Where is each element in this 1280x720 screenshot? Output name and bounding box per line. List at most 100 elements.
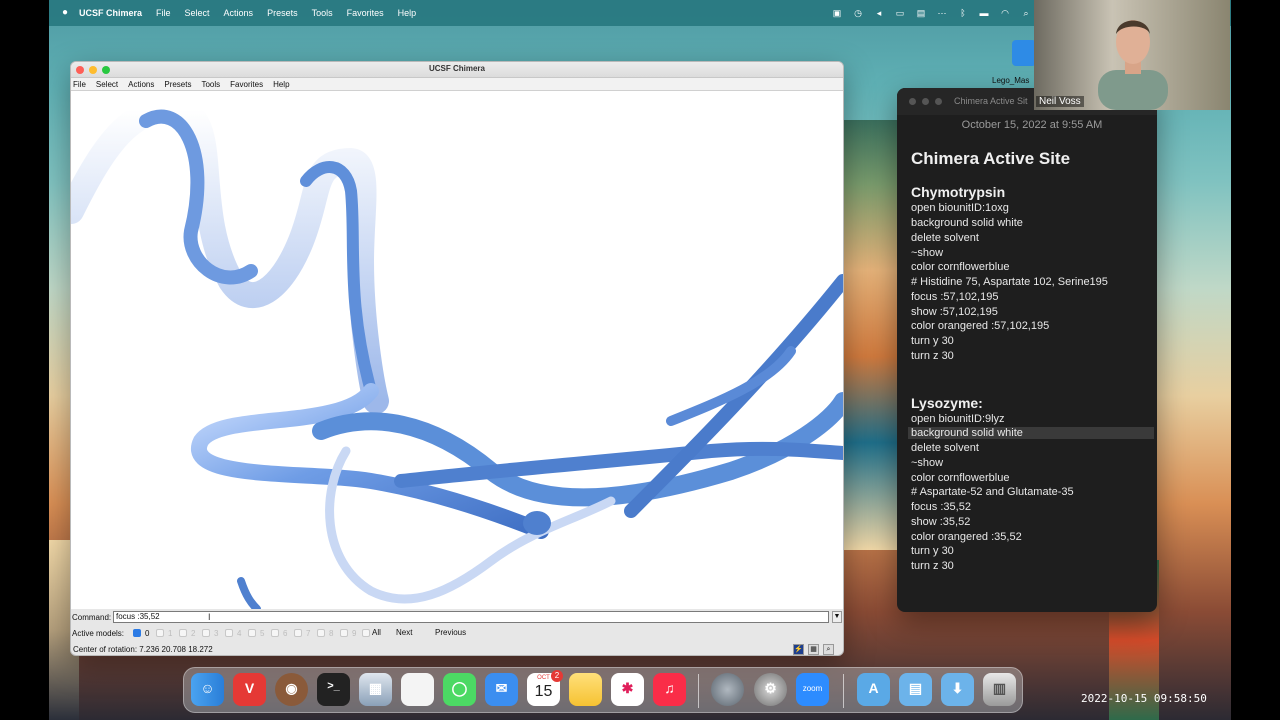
model-number: 9 <box>352 629 357 638</box>
next-button[interactable]: Next <box>393 627 415 639</box>
notification-badge: 2 <box>551 670 563 682</box>
terminal-icon[interactable]: >_ <box>317 673 350 706</box>
close-button[interactable] <box>909 98 916 105</box>
note-line[interactable]: ~show <box>911 247 943 259</box>
model-checkbox-3[interactable] <box>202 629 210 637</box>
note-line[interactable]: show :35,52 <box>911 516 970 528</box>
menu-file[interactable]: File <box>156 8 171 18</box>
messages-icon[interactable]: ◯ <box>443 673 476 706</box>
note-line[interactable]: # Histidine 75, Aspartate 102, Serine195 <box>911 276 1108 288</box>
section-heading: Lysozyme: <box>911 395 983 411</box>
model-checkbox-8[interactable] <box>317 629 325 637</box>
note-line[interactable]: focus :57,102,195 <box>911 291 998 303</box>
minimize-button[interactable] <box>922 98 929 105</box>
note-line[interactable]: # Aspartate-52 and Glutamate-35 <box>911 486 1074 498</box>
note-line[interactable]: color cornflowerblue <box>911 261 1009 273</box>
finder-icon[interactable]: ☺ <box>191 673 224 706</box>
model-checkbox-4[interactable] <box>225 629 233 637</box>
slack-icon[interactable]: ✱ <box>611 673 644 706</box>
notes-status-icon[interactable]: ▣ <box>832 8 842 18</box>
note-line[interactable]: turn y 30 <box>911 545 954 557</box>
volume-icon[interactable]: ◂ <box>874 8 884 18</box>
model-checkbox-6[interactable] <box>271 629 279 637</box>
chimera-menu-select[interactable]: Select <box>96 80 118 89</box>
chimera-menu-presets[interactable]: Presets <box>164 80 191 89</box>
zoom-icon[interactable]: zoom <box>796 673 829 706</box>
search-icon[interactable]: ⌕ <box>1021 8 1031 18</box>
bluetooth-icon[interactable]: ᛒ <box>958 8 968 18</box>
document-icon[interactable] <box>401 673 434 706</box>
apple-icon[interactable]: ● <box>59 7 71 19</box>
menu-select[interactable]: Select <box>185 8 210 18</box>
control-icon[interactable]: ⋯ <box>937 8 947 18</box>
mail-icon[interactable]: ✉ <box>485 673 518 706</box>
menu-app-name[interactable]: UCSF Chimera <box>79 8 142 18</box>
preview-icon[interactable]: ▦ <box>359 673 392 706</box>
status-text: Center of rotation: 7.236 20.708 18.272 <box>73 645 213 654</box>
model-checkbox-5[interactable] <box>248 629 256 637</box>
menu-help[interactable]: Help <box>398 8 417 18</box>
note-line[interactable]: open biounitID:9lyz <box>911 413 1005 425</box>
chimera-menu-actions[interactable]: Actions <box>128 80 154 89</box>
chimera-titlebar[interactable]: UCSF Chimera <box>71 62 843 78</box>
menu-favorites[interactable]: Favorites <box>347 8 384 18</box>
notes-app-icon[interactable] <box>569 673 602 706</box>
menu-actions[interactable]: Actions <box>224 8 254 18</box>
applications-folder-icon[interactable]: A <box>857 673 890 706</box>
vivaldi-icon[interactable]: V <box>233 673 266 706</box>
note-line[interactable]: color orangered :57,102,195 <box>911 320 1049 332</box>
molecule-viewport[interactable] <box>71 91 843 609</box>
wifi-icon[interactable]: ◠ <box>1000 8 1010 18</box>
magnifier-icon[interactable]: ⌕ <box>823 644 834 655</box>
section-heading: Chymotrypsin <box>911 184 1006 200</box>
trash-icon[interactable]: ▥ <box>983 673 1016 706</box>
clock-status-icon[interactable]: ◷ <box>853 8 863 18</box>
ide-icon[interactable]: ⚡ <box>793 644 804 655</box>
podcast-app-icon[interactable]: ◉ <box>275 673 308 706</box>
text-cursor-icon: I <box>208 612 211 622</box>
documents-folder-icon[interactable]: ▤ <box>899 673 932 706</box>
model-checkbox-0[interactable] <box>133 629 141 637</box>
chimera-menu-file[interactable]: File <box>73 80 86 89</box>
desktop-icon-label[interactable]: Lego_Mas <box>992 76 1029 85</box>
downloads-folder-icon[interactable]: ⬇ <box>941 673 974 706</box>
note-line[interactable]: open biounitID:1oxg <box>911 202 1009 214</box>
model-checkbox-9[interactable] <box>340 629 348 637</box>
note-line[interactable]: focus :35,52 <box>911 501 971 513</box>
note-line-selected[interactable]: background solid white <box>908 427 1154 439</box>
chimera-menu-tools[interactable]: Tools <box>201 80 220 89</box>
menu-presets[interactable]: Presets <box>267 8 298 18</box>
note-line[interactable]: color orangered :35,52 <box>911 531 1022 543</box>
keyboard-icon[interactable]: ▤ <box>916 8 926 18</box>
display-icon[interactable]: ▭ <box>895 8 905 18</box>
battery-icon[interactable]: ▬ <box>979 8 989 18</box>
chimera-app-icon[interactable] <box>711 673 744 706</box>
note-line[interactable]: show :57,102,195 <box>911 306 998 318</box>
model-checkbox-1[interactable] <box>156 629 164 637</box>
zoom-button[interactable] <box>935 98 942 105</box>
previous-button[interactable]: Previous <box>432 627 469 639</box>
note-line[interactable]: turn z 30 <box>911 350 954 362</box>
music-icon[interactable]: ♫ <box>653 673 686 706</box>
note-line[interactable]: turn y 30 <box>911 335 954 347</box>
note-line[interactable]: turn z 30 <box>911 560 954 572</box>
note-line[interactable]: color cornflowerblue <box>911 472 1009 484</box>
system-preferences-icon[interactable]: ⚙ <box>754 673 787 706</box>
command-history-dropdown[interactable]: ▼ <box>832 611 842 623</box>
folder-icon[interactable] <box>1012 40 1036 66</box>
protein-ribbon <box>71 96 843 609</box>
menu-tools[interactable]: Tools <box>312 8 333 18</box>
model-checkbox-2[interactable] <box>179 629 187 637</box>
note-line[interactable]: delete solvent <box>911 442 979 454</box>
settings-icon[interactable]: ▦ <box>808 644 819 655</box>
command-input[interactable]: focus :35,52 <box>113 611 829 623</box>
model-checkbox-7[interactable] <box>294 629 302 637</box>
chimera-menu-help[interactable]: Help <box>273 80 289 89</box>
note-line[interactable]: ~show <box>911 457 943 469</box>
command-row: Command: focus :35,52 I ▼ <box>71 610 843 624</box>
note-line[interactable]: delete solvent <box>911 232 979 244</box>
note-line[interactable]: background solid white <box>911 217 1023 229</box>
calendar-icon[interactable]: OCT 15 2 <box>527 670 563 706</box>
all-button[interactable]: All <box>369 627 384 639</box>
chimera-menu-favorites[interactable]: Favorites <box>230 80 263 89</box>
